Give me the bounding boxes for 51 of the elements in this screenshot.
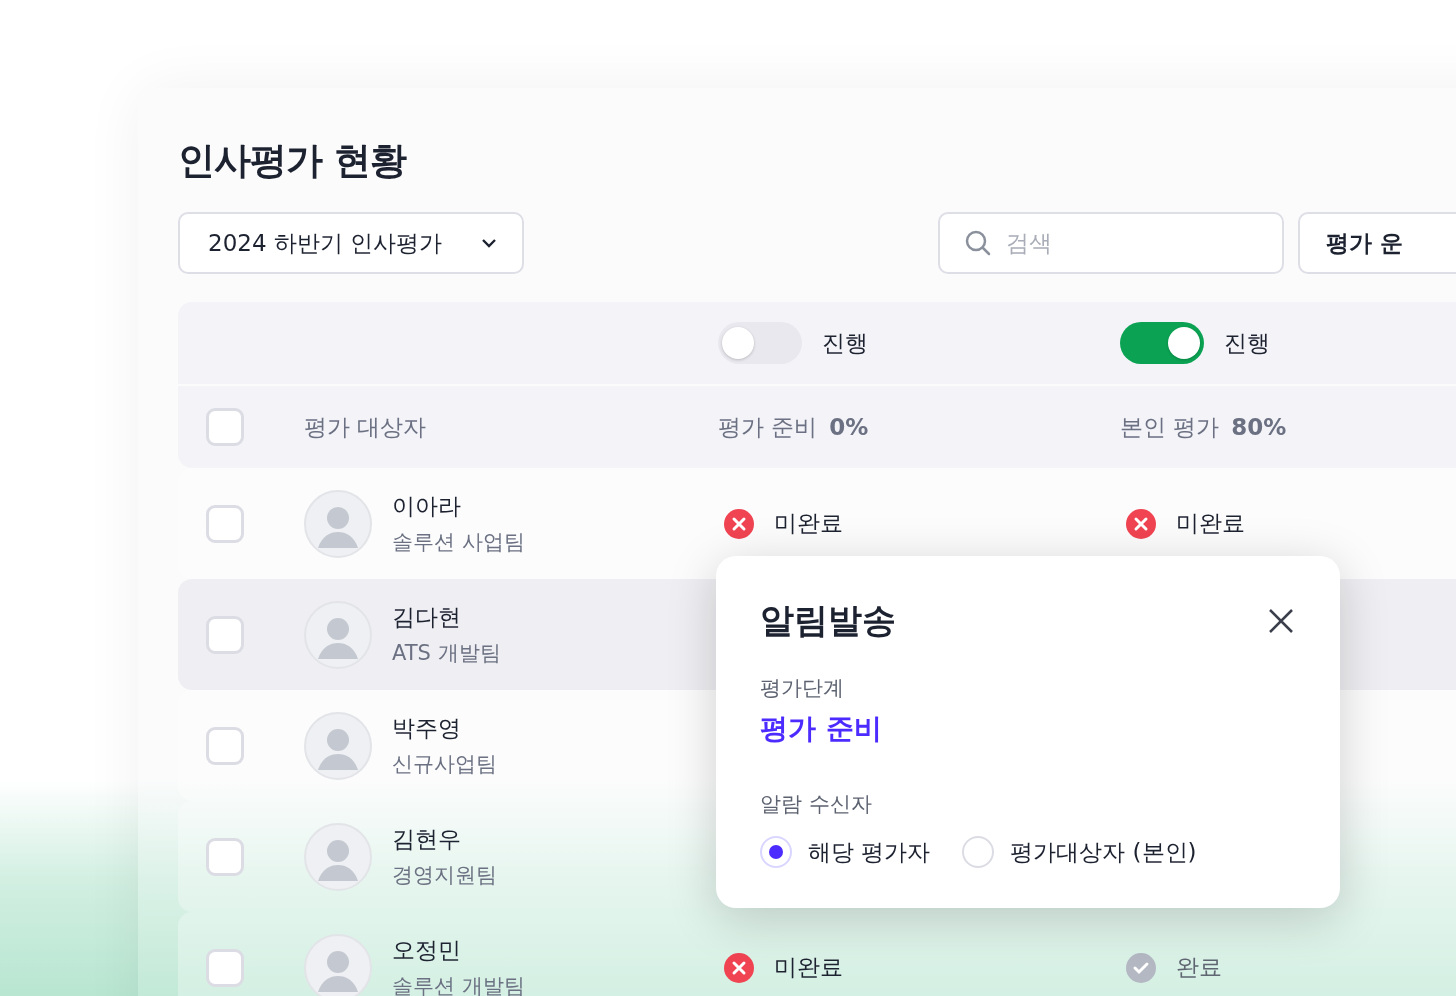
team-name: 경영지원팀: [392, 862, 497, 889]
radio-label: 평가대상자 (본인): [1010, 837, 1197, 867]
checkbox[interactable]: [206, 408, 244, 446]
error-icon: [1126, 508, 1156, 539]
column-percent: 80%: [1231, 414, 1287, 440]
radio-button[interactable]: [962, 836, 995, 868]
avatar: [304, 489, 372, 558]
person-name: 오정민: [392, 936, 462, 965]
person-name: 김다현: [392, 603, 462, 632]
checkbox[interactable]: [206, 504, 244, 543]
avatar: [304, 600, 372, 669]
team-name: 신규사업팀: [392, 751, 497, 778]
person-name: 이아라: [392, 492, 462, 521]
team-name: ATS 개발팀: [392, 640, 501, 667]
team-name: 솔루션 개발팀: [392, 973, 525, 996]
column-header: 본인 평가: [1120, 412, 1220, 442]
team-name: 솔루션 사업팀: [392, 529, 525, 556]
evaluation-button[interactable]: 평가 운: [1298, 212, 1456, 274]
period-dropdown[interactable]: 2024 하반기 인사평가: [178, 212, 524, 274]
checkbox[interactable]: [206, 726, 244, 765]
radio-button[interactable]: [760, 836, 792, 868]
toggle-label: 진행: [1224, 328, 1270, 358]
status-text: 미완료: [774, 509, 843, 538]
dialog-title: 알림발송: [760, 599, 896, 642]
stage-value: 평가 준비: [760, 711, 883, 747]
toggle-label: 진행: [822, 328, 868, 358]
status-text: 완료: [1176, 953, 1222, 982]
check-icon: [1126, 952, 1156, 983]
status-text: 미완료: [774, 953, 843, 982]
field-label: 알람 수신자: [760, 791, 873, 818]
person-name: 박주영: [392, 714, 462, 743]
toggle-switch[interactable]: [718, 322, 802, 364]
toggle-switch[interactable]: [1120, 322, 1204, 364]
radio-label: 해당 평가자: [808, 837, 931, 867]
column-header: 평가 준비: [718, 412, 818, 442]
avatar: [304, 822, 372, 891]
chevron-down-icon: [480, 237, 498, 249]
checkbox[interactable]: [206, 615, 244, 654]
checkbox[interactable]: [206, 837, 244, 876]
search-field[interactable]: 검색: [938, 212, 1284, 274]
avatar: [304, 711, 372, 780]
status-text: 미완료: [1176, 509, 1245, 538]
error-icon: [724, 508, 754, 539]
column-percent: 0%: [829, 414, 869, 440]
avatar: [304, 933, 372, 996]
column-header: 평가 대상자: [304, 412, 428, 442]
checkbox[interactable]: [206, 948, 244, 987]
page-title: 인사평가 현황: [178, 138, 408, 184]
field-label: 평가단계: [760, 675, 845, 702]
person-name: 김현우: [392, 825, 462, 854]
error-icon: [724, 952, 754, 983]
